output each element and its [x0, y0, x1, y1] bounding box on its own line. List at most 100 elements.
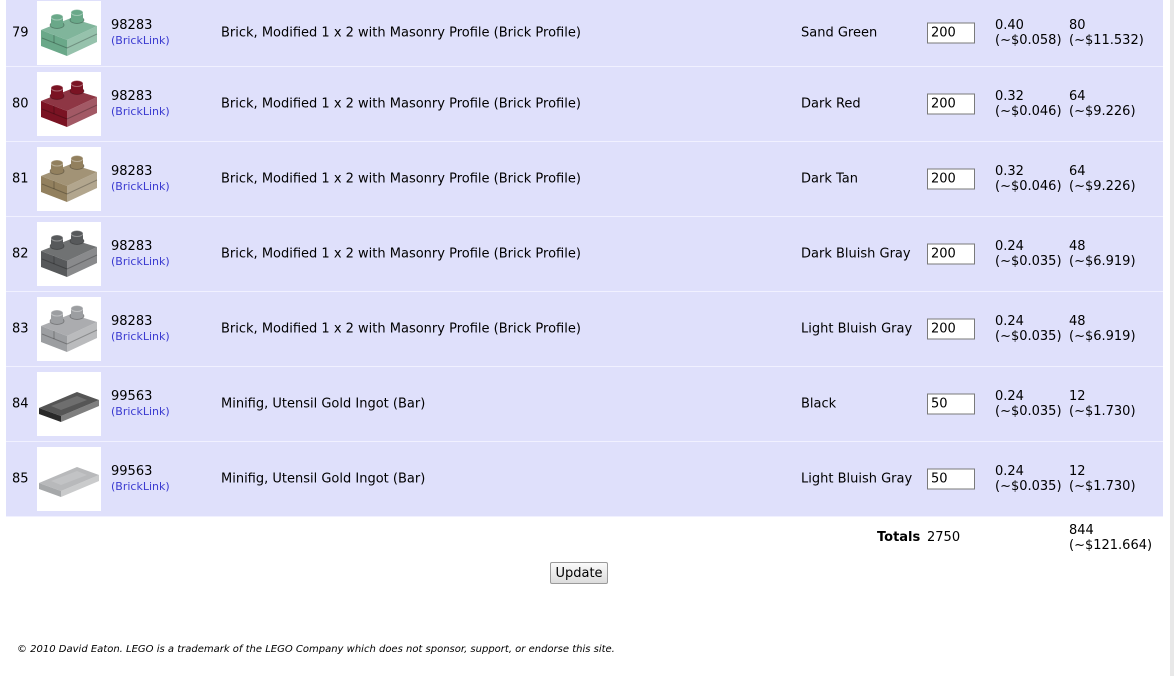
table-row: 82 98283 (BrickLink) Brick, Modified 1 x 2 …: [6, 217, 1163, 292]
table-row: 79 98283 (BrickLink) Brick, Modified 1 x 2 …: [6, 0, 1163, 67]
line-total-usd: (~$9.226): [1069, 179, 1136, 194]
bricklink-link[interactable]: (BrickLink): [111, 104, 170, 119]
line-total: 12 (~$1.730): [1069, 389, 1136, 419]
update-button[interactable]: Update: [550, 562, 608, 584]
line-total-main: 64: [1069, 89, 1086, 104]
part-color: Dark Tan: [801, 171, 858, 187]
unit-price-main: 0.32: [995, 164, 1024, 179]
unit-price-main: 0.24: [995, 314, 1024, 329]
quantity-input[interactable]: [927, 393, 975, 415]
row-number: 82: [12, 246, 29, 262]
unit-price-usd: (~$0.035): [995, 479, 1062, 494]
masonry-brick-icon: [37, 222, 101, 286]
part-color: Sand Green: [801, 25, 878, 41]
masonry-brick-icon: [37, 147, 101, 211]
unit-price: 0.24 (~$0.035): [995, 464, 1062, 494]
line-total-usd: (~$11.532): [1069, 33, 1144, 48]
totals-row: Totals 2750 844 (~$121.664): [0, 518, 1174, 558]
part-description: Brick, Modified 1 x 2 with Masonry Profi…: [221, 246, 581, 262]
line-total-usd: (~$6.919): [1069, 329, 1136, 344]
bricklink-link[interactable]: (BrickLink): [111, 479, 170, 494]
ingot-bar-icon: [37, 447, 101, 511]
quantity-input[interactable]: [927, 243, 975, 265]
unit-price-usd: (~$0.035): [995, 404, 1062, 419]
table-row: 85 99563 (BrickLink) Minifig, Utensil Gold …: [6, 442, 1163, 517]
row-number: 84: [12, 396, 29, 412]
bricklink-link[interactable]: (BrickLink): [111, 33, 170, 48]
quantity-input[interactable]: [927, 93, 975, 115]
quantity-input[interactable]: [927, 22, 975, 44]
unit-price: 0.32 (~$0.046): [995, 164, 1062, 194]
line-total-main: 12: [1069, 389, 1086, 404]
line-total: 48 (~$6.919): [1069, 239, 1136, 269]
line-total: 64 (~$9.226): [1069, 89, 1136, 119]
unit-price-usd: (~$0.035): [995, 254, 1062, 269]
line-total: 48 (~$6.919): [1069, 314, 1136, 344]
unit-price-main: 0.24: [995, 239, 1024, 254]
part-number: 99563: [111, 464, 153, 479]
masonry-brick-icon: [37, 1, 101, 65]
line-total-usd: (~$1.730): [1069, 404, 1136, 419]
quantity-input[interactable]: [927, 168, 975, 190]
unit-price-main: 0.32: [995, 89, 1024, 104]
masonry-brick-icon: [37, 297, 101, 361]
quantity-input[interactable]: [927, 468, 975, 490]
row-number: 83: [12, 321, 29, 337]
row-number: 79: [12, 25, 29, 41]
line-total-main: 48: [1069, 314, 1086, 329]
masonry-brick-icon: [37, 72, 101, 136]
part-number: 98283: [111, 239, 153, 254]
line-total-main: 12: [1069, 464, 1086, 479]
totals-quantity: 2750: [927, 530, 961, 545]
part-color: Dark Bluish Gray: [801, 246, 911, 262]
part-description: Brick, Modified 1 x 2 with Masonry Profi…: [221, 171, 581, 187]
line-total-usd: (~$9.226): [1069, 104, 1136, 119]
part-color: Dark Red: [801, 96, 861, 112]
part-color: Light Bluish Gray: [801, 321, 913, 337]
unit-price-main: 0.24: [995, 464, 1024, 479]
bricklink-link[interactable]: (BrickLink): [111, 329, 170, 344]
part-id-cell: 99563 (BrickLink): [111, 389, 170, 419]
part-number: 98283: [111, 314, 153, 329]
bricklink-link[interactable]: (BrickLink): [111, 254, 170, 269]
scrollbar[interactable]: [1170, 0, 1174, 676]
unit-price: 0.40 (~$0.058): [995, 18, 1062, 48]
table-row: 80 98283 (BrickLink) Brick, Modified 1 x 2 …: [6, 67, 1163, 142]
unit-price-usd: (~$0.035): [995, 329, 1062, 344]
totals-label: Totals: [877, 530, 921, 545]
line-total: 64 (~$9.226): [1069, 164, 1136, 194]
row-number: 85: [12, 471, 29, 487]
line-total-main: 80: [1069, 18, 1086, 33]
bricklink-link[interactable]: (BrickLink): [111, 404, 170, 419]
line-total-usd: (~$6.919): [1069, 254, 1136, 269]
unit-price-main: 0.24: [995, 389, 1024, 404]
line-total: 80 (~$11.532): [1069, 18, 1144, 48]
row-number: 80: [12, 96, 29, 112]
part-number: 98283: [111, 164, 153, 179]
unit-price-usd: (~$0.058): [995, 33, 1062, 48]
unit-price-usd: (~$0.046): [995, 104, 1062, 119]
table-row: 84 99563 (BrickLink) Minifig, Utensil Gold …: [6, 367, 1163, 442]
part-number: 99563: [111, 389, 153, 404]
row-number: 81: [12, 171, 29, 187]
unit-price-usd: (~$0.046): [995, 179, 1062, 194]
part-number: 98283: [111, 89, 153, 104]
ingot-bar-icon: [37, 372, 101, 436]
part-id-cell: 98283 (BrickLink): [111, 164, 170, 194]
line-total-main: 48: [1069, 239, 1086, 254]
part-number: 98283: [111, 18, 153, 33]
bricklink-link[interactable]: (BrickLink): [111, 179, 170, 194]
unit-price-main: 0.40: [995, 18, 1024, 33]
part-id-cell: 98283 (BrickLink): [111, 314, 170, 344]
line-total-usd: (~$1.730): [1069, 479, 1136, 494]
unit-price: 0.24 (~$0.035): [995, 389, 1062, 419]
quantity-input[interactable]: [927, 318, 975, 340]
unit-price: 0.32 (~$0.046): [995, 89, 1062, 119]
part-description: Brick, Modified 1 x 2 with Masonry Profi…: [221, 321, 581, 337]
unit-price: 0.24 (~$0.035): [995, 314, 1062, 344]
part-color: Black: [801, 396, 837, 412]
totals-price-main: 844: [1069, 523, 1094, 538]
unit-price: 0.24 (~$0.035): [995, 239, 1062, 269]
footer-copyright: © 2010 David Eaton. LEGO is a trademark …: [17, 644, 615, 655]
part-description: Brick, Modified 1 x 2 with Masonry Profi…: [221, 25, 581, 41]
